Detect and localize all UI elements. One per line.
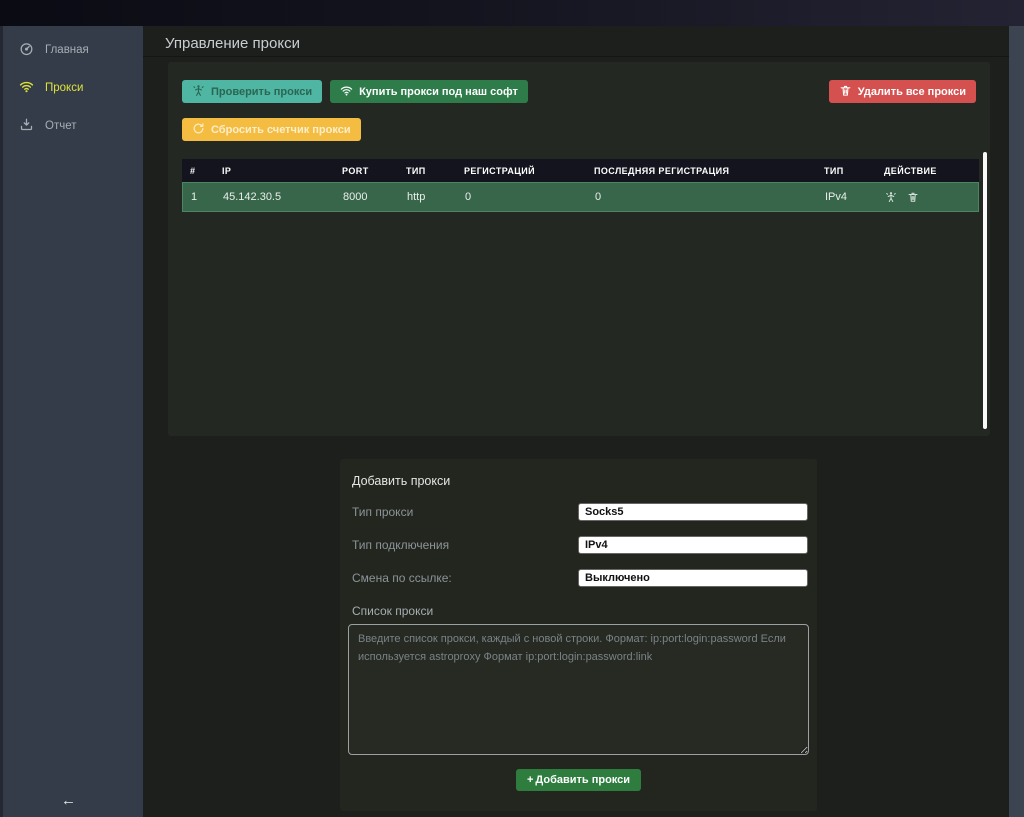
sidebar-collapse-arrow-icon[interactable]: ← [61, 792, 76, 809]
buy-proxies-label: Купить прокси под наш софт [359, 86, 518, 98]
sidebar-item-label: Главная [45, 44, 89, 56]
wifi-icon [340, 84, 353, 100]
proxy-management-panel: Проверить прокси Купить прокси под наш с… [168, 62, 990, 436]
sidebar-item-proxies[interactable]: Прокси [3, 72, 143, 104]
add-proxy-button[interactable]: + Добавить прокси [516, 769, 641, 791]
download-icon [19, 117, 34, 135]
sidebar-item-label: Прокси [45, 82, 83, 94]
sidebar-item-home[interactable]: Главная [3, 34, 143, 66]
add-proxy-title: Добавить прокси [340, 459, 817, 488]
connection-type-row: Тип подключения [340, 536, 817, 554]
cell-last-registration: 0 [591, 191, 821, 203]
proxy-table: # IP PORT ТИП РЕГИСТРАЦИЙ ПОСЛЕДНЯЯ РЕГИ… [182, 159, 979, 212]
proxy-type-select[interactable] [578, 503, 808, 521]
proxy-type-label: Тип прокси [352, 505, 413, 519]
wifi-icon [19, 79, 34, 97]
delete-proxy-action-icon[interactable] [907, 191, 919, 203]
column-header-ip: IP [218, 166, 338, 176]
proxy-table-header: # IP PORT ТИП РЕГИСТРАЦИЙ ПОСЛЕДНЯЯ РЕГИ… [182, 159, 979, 182]
rotate-by-link-select[interactable] [578, 569, 808, 587]
add-proxy-panel: Добавить прокси Тип прокси Тип подключен… [340, 459, 817, 811]
column-header-conn-type: ТИП [820, 166, 880, 176]
column-header-type: ТИП [402, 166, 460, 176]
connection-type-select[interactable] [578, 536, 808, 554]
check-proxies-label: Проверить прокси [211, 86, 312, 98]
sidebar-item-label: Отчет [45, 120, 77, 132]
refresh-icon [192, 122, 205, 138]
delete-all-proxies-button[interactable]: Удалить все прокси [829, 80, 976, 103]
page-title: Управление прокси [143, 26, 1009, 57]
main-content: Управление прокси Проверить прокси [143, 26, 1009, 817]
trash-icon [839, 84, 852, 100]
column-header-num: # [182, 166, 218, 176]
dashboard-icon [19, 41, 34, 59]
rotate-by-link-label: Смена по ссылке: [352, 571, 452, 585]
cell-conn-type: IPv4 [821, 191, 881, 203]
cell-num: 1 [183, 191, 219, 203]
reset-proxy-counter-button[interactable]: Сбросить счетчик прокси [182, 118, 361, 141]
plus-icon: + [527, 774, 533, 786]
column-header-action: ДЕЙСТВИЕ [880, 166, 979, 176]
check-proxy-action-icon[interactable] [885, 191, 897, 203]
proxy-list-label: Список прокси [340, 604, 817, 618]
delete-all-proxies-label: Удалить все прокси [858, 86, 966, 98]
cell-ip: 45.142.30.5 [219, 191, 339, 203]
connection-type-label: Тип подключения [352, 538, 449, 552]
cell-registrations: 0 [461, 191, 591, 203]
cell-port: 8000 [339, 191, 403, 203]
proxy-type-row: Тип прокси [340, 503, 817, 521]
rotate-by-link-row: Смена по ссылке: [340, 569, 817, 587]
column-header-port: PORT [338, 166, 402, 176]
buy-proxies-button[interactable]: Купить прокси под наш софт [330, 80, 528, 103]
top-navy-bar [0, 0, 1024, 26]
right-gutter [1009, 26, 1024, 817]
cell-type: http [403, 191, 461, 203]
cell-actions [881, 191, 978, 203]
table-row: 1 45.142.30.5 8000 http 0 0 IPv4 [182, 182, 979, 212]
sidebar: Главная Прокси Отчет ← [0, 26, 143, 817]
toolbar: Проверить прокси Купить прокси под наш с… [182, 80, 976, 103]
column-header-last-registration: ПОСЛЕДНЯЯ РЕГИСТРАЦИЯ [590, 166, 820, 176]
proxy-list-textarea[interactable] [348, 624, 809, 755]
check-proxies-button[interactable]: Проверить прокси [182, 80, 322, 103]
sidebar-item-report[interactable]: Отчет [3, 110, 143, 142]
column-header-registrations: РЕГИСТРАЦИЙ [460, 166, 590, 176]
reset-proxy-counter-label: Сбросить счетчик прокси [211, 124, 351, 136]
add-proxy-label: Добавить прокси [535, 774, 630, 786]
person-check-icon [192, 84, 205, 100]
table-scrollbar[interactable] [983, 152, 987, 429]
